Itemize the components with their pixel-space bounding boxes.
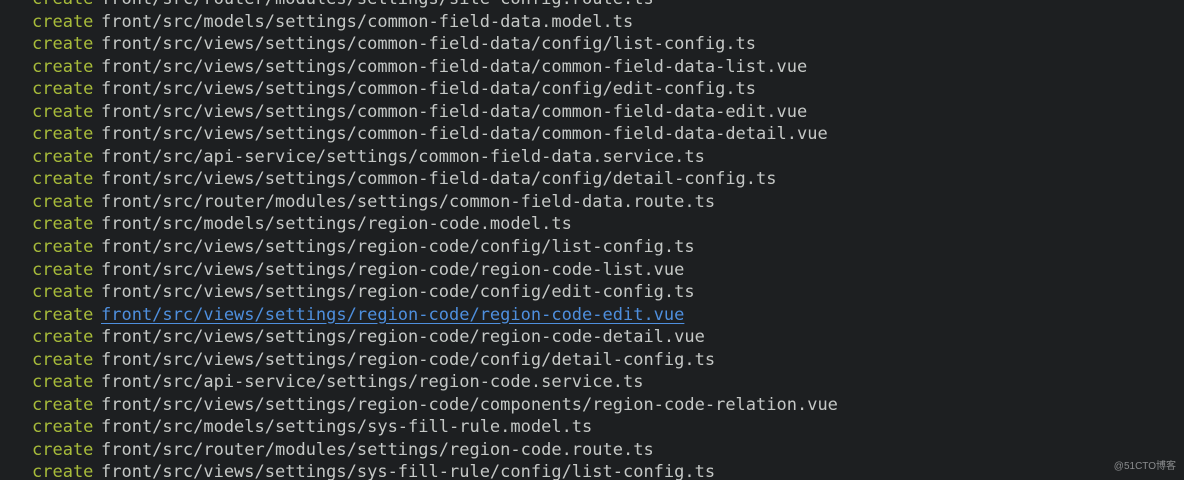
file-path: front/src/views/settings/region-code/reg… bbox=[101, 327, 705, 348]
output-line: create front/src/views/settings/common-fi… bbox=[32, 56, 838, 79]
terminal-output: createfront/src/router/modules/settings/… bbox=[0, 0, 1184, 480]
create-keyword: create bbox=[32, 372, 94, 393]
file-path: front/src/views/settings/region-code/com… bbox=[101, 394, 838, 415]
output-line: create front/src/views/settings/region-co… bbox=[32, 349, 838, 372]
file-path: front/src/router/modules/settings/common… bbox=[101, 191, 716, 212]
create-keyword: create bbox=[32, 0, 101, 11]
output-line: create front/src/views/settings/common-fi… bbox=[32, 168, 838, 191]
file-path: front/src/views/settings/region-code/con… bbox=[101, 349, 716, 370]
output-line: create front/src/views/settings/region-co… bbox=[32, 394, 838, 417]
output-line: create front/src/views/settings/region-co… bbox=[32, 281, 838, 304]
create-keyword: create bbox=[32, 124, 94, 145]
output-line: create front/src/views/settings/region-co… bbox=[32, 304, 838, 327]
create-keyword: create bbox=[32, 462, 94, 480]
output-line: create front/src/router/modules/settings/… bbox=[32, 439, 838, 462]
output-line: create front/src/views/settings/common-fi… bbox=[32, 33, 838, 56]
file-path: front/src/models/settings/common-field-d… bbox=[101, 11, 634, 32]
watermark: @51CTO博客 bbox=[1113, 461, 1176, 472]
file-path: front/src/router/modules/settings/site-c… bbox=[101, 0, 654, 9]
create-keyword: create bbox=[32, 282, 94, 303]
file-path: front/src/api-service/settings/common-fi… bbox=[101, 146, 705, 167]
create-keyword: create bbox=[32, 237, 94, 258]
file-path: front/src/views/settings/common-field-da… bbox=[101, 56, 808, 77]
output-line: create front/src/views/settings/sys-fill-… bbox=[32, 461, 838, 480]
create-keyword: create bbox=[32, 214, 94, 235]
output-line: create front/src/views/settings/region-co… bbox=[32, 259, 838, 282]
output-line: create front/src/models/settings/sys-fill… bbox=[32, 416, 838, 439]
file-path: front/src/models/settings/region-code.mo… bbox=[101, 214, 572, 235]
output-line: create front/src/views/settings/common-fi… bbox=[32, 78, 838, 101]
output-line: create front/src/api-service/settings/reg… bbox=[32, 371, 838, 394]
file-path: front/src/views/settings/common-field-da… bbox=[101, 169, 777, 190]
output-line: create front/src/views/settings/region-co… bbox=[32, 236, 838, 259]
file-path: front/src/views/settings/sys-fill-rule/c… bbox=[101, 462, 716, 480]
create-keyword: create bbox=[32, 417, 94, 438]
create-keyword: create bbox=[32, 56, 94, 77]
file-path-link[interactable]: front/src/views/settings/region-code/reg… bbox=[101, 305, 684, 325]
create-keyword: create bbox=[32, 169, 94, 190]
create-keyword: create bbox=[32, 439, 94, 460]
create-keyword: create bbox=[32, 304, 94, 325]
file-path: front/src/router/modules/settings/region… bbox=[101, 439, 654, 460]
create-keyword: create bbox=[32, 11, 94, 32]
output-line: create front/src/views/settings/region-co… bbox=[32, 326, 838, 349]
output-line: create front/src/router/modules/settings/… bbox=[32, 191, 838, 214]
file-path: front/src/views/settings/region-code/con… bbox=[101, 237, 695, 258]
file-path: front/src/api-service/settings/region-co… bbox=[101, 372, 644, 393]
create-keyword: create bbox=[32, 79, 94, 100]
output-line: create front/src/models/settings/common-f… bbox=[32, 11, 838, 34]
file-path: front/src/views/settings/region-code/reg… bbox=[101, 259, 685, 280]
create-keyword: create bbox=[32, 394, 94, 415]
create-keyword: create bbox=[32, 349, 94, 370]
create-keyword: create bbox=[32, 34, 94, 55]
create-keyword: create bbox=[32, 191, 94, 212]
file-path: front/src/views/settings/region-code/con… bbox=[101, 282, 695, 303]
file-path: front/src/views/settings/common-field-da… bbox=[101, 124, 828, 145]
output-lines: createfront/src/router/modules/settings/… bbox=[32, 0, 838, 480]
create-keyword: create bbox=[32, 101, 94, 122]
create-keyword: create bbox=[32, 146, 94, 167]
file-path: front/src/models/settings/sys-fill-rule.… bbox=[101, 417, 593, 438]
output-line: create front/src/views/settings/common-fi… bbox=[32, 123, 838, 146]
create-keyword: create bbox=[32, 259, 94, 280]
create-keyword: create bbox=[32, 327, 94, 348]
output-line: create front/src/models/settings/region-c… bbox=[32, 213, 838, 236]
output-line: create front/src/views/settings/common-fi… bbox=[32, 101, 838, 124]
output-line: create front/src/api-service/settings/com… bbox=[32, 146, 838, 169]
file-path: front/src/views/settings/common-field-da… bbox=[101, 101, 808, 122]
file-path: front/src/views/settings/common-field-da… bbox=[101, 79, 757, 100]
output-line: createfront/src/router/modules/settings/… bbox=[32, 0, 838, 11]
file-path: front/src/views/settings/common-field-da… bbox=[101, 34, 757, 55]
